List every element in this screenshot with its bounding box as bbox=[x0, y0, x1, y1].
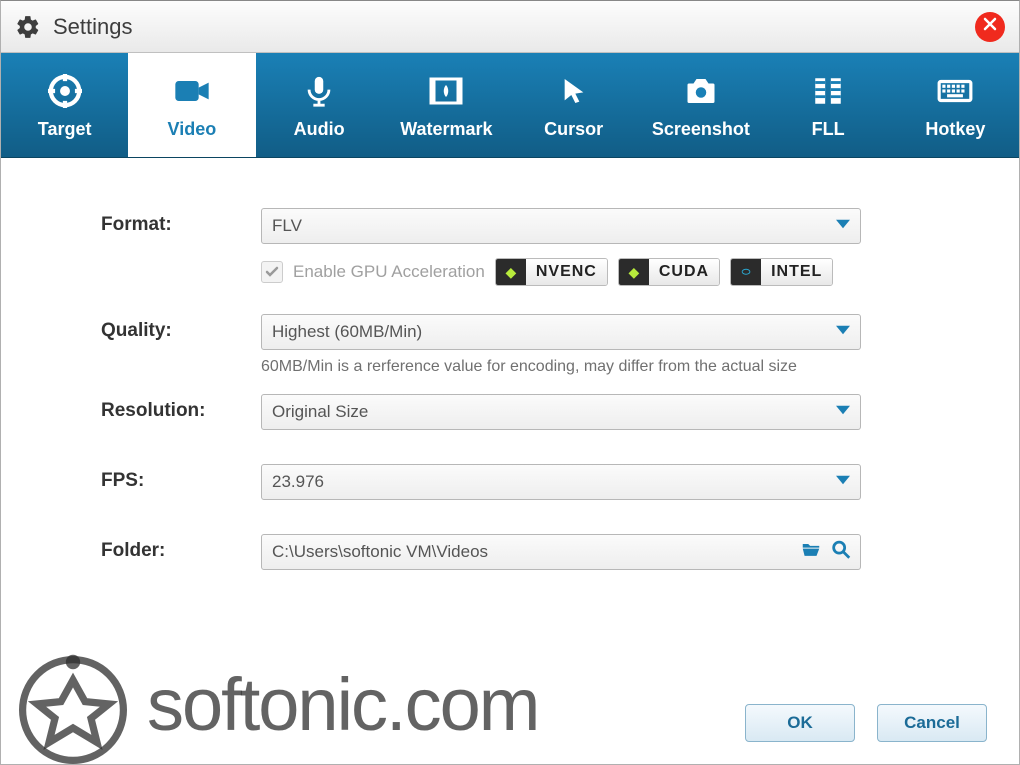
cursor-icon bbox=[554, 71, 594, 111]
dialog-footer: OK Cancel bbox=[745, 704, 987, 742]
microphone-icon bbox=[299, 71, 339, 111]
row-format: Format: FLV Enable GPU Acceleration ◆ NV… bbox=[61, 208, 959, 286]
chevron-down-icon bbox=[836, 322, 850, 342]
format-value: FLV bbox=[272, 216, 302, 236]
open-folder-icon[interactable] bbox=[800, 539, 822, 566]
gpu-row: Enable GPU Acceleration ◆ NVENC ◆ CUDA ⬭… bbox=[261, 258, 959, 286]
search-icon[interactable] bbox=[830, 539, 852, 566]
tab-label: Screenshot bbox=[652, 119, 750, 140]
target-icon bbox=[45, 71, 85, 111]
tab-label: FLL bbox=[812, 119, 845, 140]
format-dropdown[interactable]: FLV bbox=[261, 208, 861, 244]
tab-label: Cursor bbox=[544, 119, 603, 140]
tab-label: Watermark bbox=[400, 119, 492, 140]
badge-text: CUDA bbox=[649, 259, 719, 285]
intel-logo-icon: ⬭ bbox=[731, 259, 761, 285]
fps-label: FPS: bbox=[61, 464, 261, 492]
resolution-value: Original Size bbox=[272, 402, 368, 422]
video-camera-icon bbox=[172, 71, 212, 111]
tab-label: Target bbox=[38, 119, 92, 140]
resolution-dropdown[interactable]: Original Size bbox=[261, 394, 861, 430]
titlebar: Settings bbox=[1, 1, 1019, 53]
row-folder: Folder: C:\Users\softonic VM\Videos bbox=[61, 534, 959, 570]
folder-value: C:\Users\softonic VM\Videos bbox=[272, 542, 488, 562]
badge-text: INTEL bbox=[761, 259, 832, 285]
row-quality: Quality: Highest (60MB/Min) 60MB/Min is … bbox=[61, 314, 959, 376]
tab-label: Video bbox=[168, 119, 217, 140]
quality-label: Quality: bbox=[61, 314, 261, 342]
content-panel: Format: FLV Enable GPU Acceleration ◆ NV… bbox=[1, 158, 1019, 764]
gpu-checkbox[interactable] bbox=[261, 261, 283, 283]
tab-label: Audio bbox=[294, 119, 345, 140]
nvenc-badge: ◆ NVENC bbox=[495, 258, 608, 286]
tab-audio[interactable]: Audio bbox=[256, 53, 383, 157]
tab-label: Hotkey bbox=[925, 119, 985, 140]
chevron-down-icon bbox=[836, 402, 850, 422]
tab-bar: Target Video Audio Watermark Cursor bbox=[1, 53, 1019, 158]
tab-screenshot[interactable]: Screenshot bbox=[637, 53, 764, 157]
tab-fll[interactable]: FLL bbox=[765, 53, 892, 157]
fps-dropdown[interactable]: 23.976 bbox=[261, 464, 861, 500]
fps-value: 23.976 bbox=[272, 472, 324, 492]
window-title: Settings bbox=[53, 14, 975, 40]
close-icon bbox=[982, 16, 998, 37]
chevron-down-icon bbox=[836, 216, 850, 236]
keyboard-icon bbox=[935, 71, 975, 111]
row-fps: FPS: 23.976 bbox=[61, 464, 959, 500]
quality-value: Highest (60MB/Min) bbox=[272, 322, 422, 342]
quality-hint: 60MB/Min is a rerference value for encod… bbox=[261, 358, 959, 376]
camera-icon bbox=[681, 71, 721, 111]
tab-watermark[interactable]: Watermark bbox=[383, 53, 510, 157]
quality-dropdown[interactable]: Highest (60MB/Min) bbox=[261, 314, 861, 350]
ok-button[interactable]: OK bbox=[745, 704, 855, 742]
folder-label: Folder: bbox=[61, 534, 261, 562]
nvidia-logo-icon: ◆ bbox=[496, 259, 526, 285]
tab-cursor[interactable]: Cursor bbox=[510, 53, 637, 157]
chevron-down-icon bbox=[836, 472, 850, 492]
settings-window: Settings Target Video Audio bbox=[0, 0, 1020, 765]
nvidia-logo-icon: ◆ bbox=[619, 259, 649, 285]
tab-target[interactable]: Target bbox=[1, 53, 128, 157]
tab-video[interactable]: Video bbox=[128, 53, 255, 157]
format-label: Format: bbox=[61, 208, 261, 236]
badge-text: NVENC bbox=[526, 259, 607, 285]
cuda-badge: ◆ CUDA bbox=[618, 258, 720, 286]
row-resolution: Resolution: Original Size bbox=[61, 394, 959, 430]
resolution-label: Resolution: bbox=[61, 394, 261, 422]
close-button[interactable] bbox=[975, 12, 1005, 42]
film-strip-icon bbox=[808, 71, 848, 111]
gpu-checkbox-label: Enable GPU Acceleration bbox=[293, 262, 485, 282]
intel-badge: ⬭ INTEL bbox=[730, 258, 833, 286]
cancel-button[interactable]: Cancel bbox=[877, 704, 987, 742]
folder-input[interactable]: C:\Users\softonic VM\Videos bbox=[261, 534, 861, 570]
tab-hotkey[interactable]: Hotkey bbox=[892, 53, 1019, 157]
watermark-icon bbox=[426, 71, 466, 111]
gear-icon bbox=[15, 14, 41, 40]
